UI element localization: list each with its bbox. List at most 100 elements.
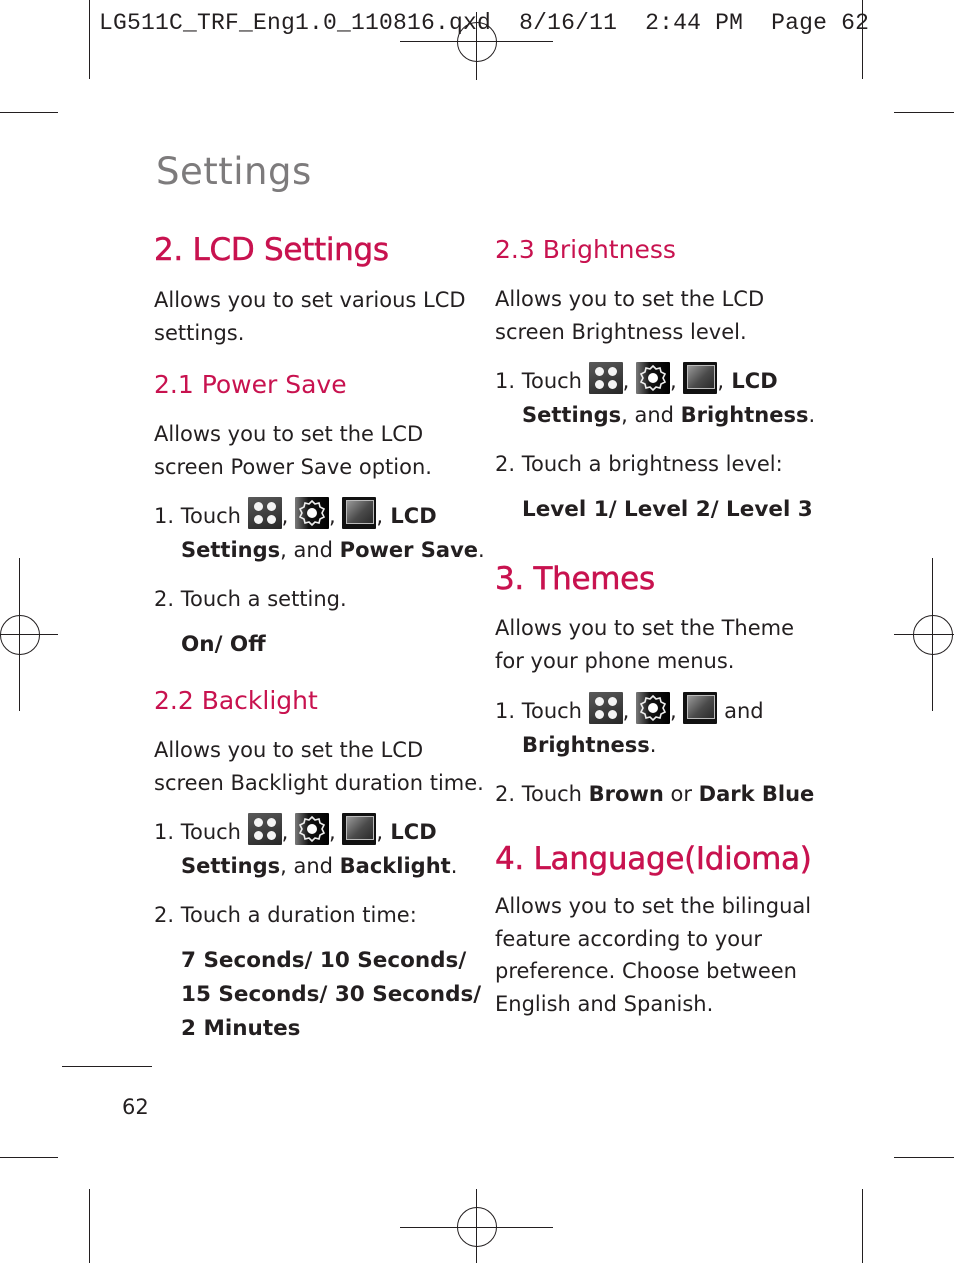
menu-path-item: Settings <box>181 853 281 878</box>
registration-circle <box>457 22 497 62</box>
registration-circle <box>913 615 953 655</box>
step-text: , and <box>621 402 681 427</box>
apps-grid-icon <box>247 813 282 845</box>
registration-circle <box>457 1207 497 1247</box>
crop-mark <box>862 1189 863 1263</box>
text-line: feature according to your <box>495 926 763 951</box>
menu-path-item: Settings <box>181 537 281 562</box>
separator: , <box>622 699 630 723</box>
display-lcd-icon <box>342 813 377 845</box>
display-lcd-icon <box>683 692 718 724</box>
text-line: Allows you to set the LCD <box>495 287 765 311</box>
settings-gear-icon <box>295 813 330 845</box>
step-text-bold: LCD <box>383 504 437 528</box>
separator: , <box>622 369 630 393</box>
settings-gear-icon <box>636 362 671 394</box>
step-text: . <box>450 853 458 878</box>
power-save-step-1: 1. Touch , , , LCD Settings, and Power S… <box>154 497 485 567</box>
step-text: . <box>478 537 485 562</box>
display-lcd-icon <box>342 497 377 529</box>
crop-mark <box>894 1157 954 1158</box>
step-text: or <box>663 782 699 806</box>
crop-mark <box>894 112 954 113</box>
theme-option: Dark Blue <box>698 782 815 806</box>
step-text: . <box>808 402 816 427</box>
section-heading-themes: 3. Themes <box>495 561 656 598</box>
page-title: Settings <box>156 150 312 193</box>
themes-step-2: 2. Touch Brown or Dark Blue <box>495 778 814 812</box>
subsection-heading-brightness: 2.3 Brightness <box>495 235 676 264</box>
crop-mark <box>862 0 863 79</box>
page-number: 62 <box>122 1095 149 1119</box>
text-line: Allows you to set the LCD <box>154 738 424 762</box>
step-text: 1. Touch <box>495 369 589 393</box>
text-line: Allows you to set the LCD <box>154 422 424 446</box>
backlight-step-2: 2. Touch a duration time: <box>154 903 417 927</box>
menu-path-item: Brightness <box>522 732 650 757</box>
text-line: English and Spanish. <box>495 991 714 1016</box>
brightness-step-1: 1. Touch , , , LCD Settings, and Brightn… <box>495 362 815 432</box>
text-line: screen Backlight duration time. <box>154 770 484 795</box>
text-line: Allows you to set various LCD <box>154 288 466 312</box>
separator: , <box>329 820 336 844</box>
text-line: Allows you to set the bilingual <box>495 894 812 918</box>
lcd-settings-intro: Allows you to set various LCD settings. <box>154 284 466 349</box>
themes-intro: Allows you to set the Theme for your pho… <box>495 612 794 677</box>
footer-rule <box>62 1066 152 1067</box>
option-line: 15 Seconds/ 30 Seconds/ <box>181 982 482 1007</box>
step-text: 1. Touch <box>154 504 248 528</box>
separator: , <box>329 504 336 528</box>
power-save-options: On/ Off <box>181 632 266 657</box>
brightness-options: Level 1/ Level 2/ Level 3 <box>522 497 813 522</box>
option-line: 7 Seconds/ 10 Seconds/ <box>181 948 467 973</box>
power-save-step-2: 2. Touch a setting. <box>154 587 347 611</box>
backlight-step-1: 1. Touch , , , LCD Settings, and Backlig… <box>154 813 457 883</box>
crop-mark <box>0 1157 58 1158</box>
step-text: , and <box>280 537 340 562</box>
theme-option: Brown <box>588 782 664 806</box>
subsection-heading-power-save: 2.1 Power Save <box>154 370 347 399</box>
text-line: settings. <box>154 320 245 345</box>
step-text-bold: LCD <box>724 369 778 393</box>
settings-gear-icon <box>295 497 330 529</box>
step-text: 1. Touch <box>495 699 589 723</box>
option-line: 2 Minutes <box>181 1016 301 1041</box>
step-text: . <box>649 732 657 757</box>
section-heading-lcd-settings: 2. LCD Settings <box>154 232 390 269</box>
power-save-intro: Allows you to set the LCD screen Power S… <box>154 418 432 483</box>
menu-path-item: Backlight <box>339 853 451 878</box>
step-text: and <box>717 699 764 723</box>
themes-step-1: 1. Touch , , and Brightness. <box>495 692 764 762</box>
apps-grid-icon <box>588 362 623 394</box>
text-line: for your phone menus. <box>495 648 735 673</box>
crop-mark <box>0 112 58 113</box>
brightness-step-2: 2. Touch a brightness level: <box>495 452 783 476</box>
section-heading-language: 4. Language(Idioma) <box>495 841 812 878</box>
language-intro: Allows you to set the bilingual feature … <box>495 890 811 1020</box>
text-line: preference. Choose between <box>495 959 797 983</box>
separator: , <box>670 699 677 723</box>
display-lcd-icon <box>683 362 718 394</box>
menu-path-item: Brightness <box>680 402 809 427</box>
menu-path-item: Power Save <box>339 537 479 562</box>
brightness-intro: Allows you to set the LCD screen Brightn… <box>495 283 764 348</box>
subsection-heading-backlight: 2.2 Backlight <box>154 686 318 715</box>
registration-circle <box>0 615 40 655</box>
backlight-intro: Allows you to set the LCD screen Backlig… <box>154 734 484 799</box>
step-text: , and <box>280 853 340 878</box>
crop-mark <box>89 0 90 79</box>
step-text-bold: LCD <box>383 820 437 844</box>
apps-grid-icon <box>247 497 282 529</box>
separator: , <box>281 820 289 844</box>
text-line: screen Power Save option. <box>154 454 432 479</box>
text-line: Allows you to set the Theme <box>495 616 795 640</box>
separator: , <box>281 504 289 528</box>
menu-path-item: Settings <box>522 402 622 427</box>
text-line: screen Brightness level. <box>495 319 747 344</box>
crop-mark <box>89 1189 90 1263</box>
separator: , <box>670 369 677 393</box>
settings-gear-icon <box>636 692 671 724</box>
backlight-options: 7 Seconds/ 10 Seconds/ 15 Seconds/ 30 Se… <box>154 944 481 1046</box>
step-text: 2. Touch <box>495 782 589 806</box>
step-text: 1. Touch <box>154 820 248 844</box>
